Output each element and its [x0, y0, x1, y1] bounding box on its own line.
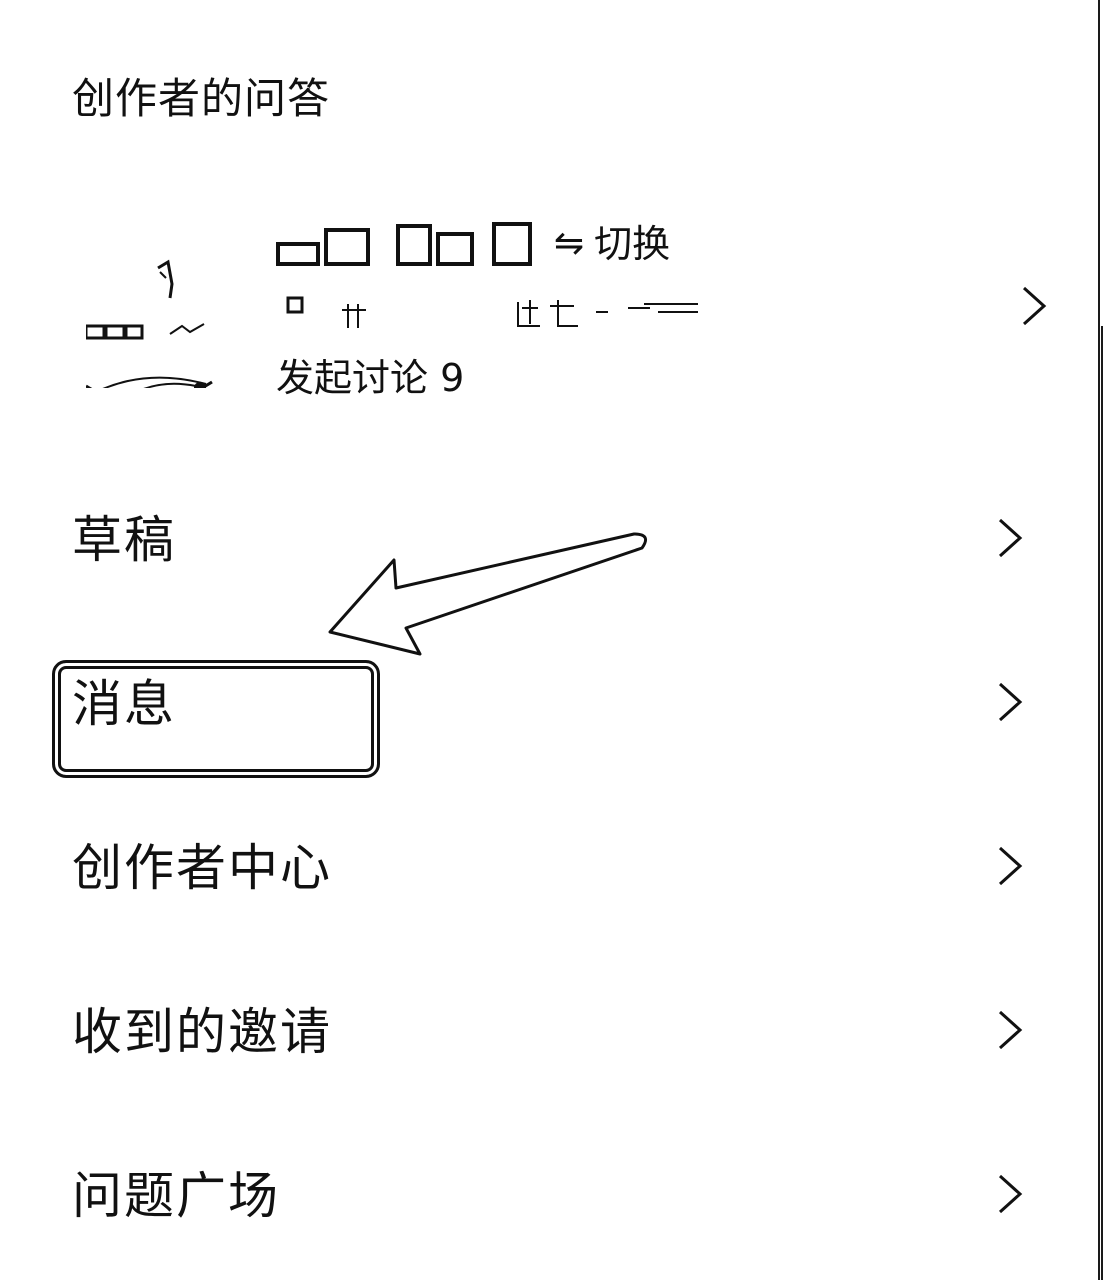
profile-subtitle-obscured — [286, 296, 698, 328]
menu-item-label: 创作者中心 — [72, 839, 332, 897]
scrollbar[interactable] — [1101, 326, 1106, 1280]
chevron-right-icon — [998, 682, 1023, 722]
menu-item-creator-center[interactable]: 创作者中心 — [0, 816, 1100, 916]
discussions-count: 发起讨论 9 — [276, 356, 465, 400]
chevron-right-icon — [998, 846, 1023, 886]
swap-arrows-icon: ⇋ — [554, 223, 585, 264]
username-obscured — [276, 222, 532, 266]
chevron-right-icon — [1022, 286, 1047, 326]
profile-card[interactable]: ⇋ 切换 发起讨论 9 — [60, 196, 1060, 416]
menu-item-drafts[interactable]: 草稿 — [0, 488, 1100, 588]
menu-item-label: 问题广场 — [72, 1167, 280, 1225]
profile-name-row: ⇋ 切换 — [276, 214, 670, 274]
menu-item-label: 收到的邀请 — [72, 1003, 332, 1061]
page-title: 创作者的问答 — [72, 74, 331, 123]
menu-item-messages[interactable]: 消息 — [0, 652, 1100, 752]
menu-item-invitations[interactable]: 收到的邀请 — [0, 980, 1100, 1080]
menu-item-question-square[interactable]: 问题广场 — [0, 1144, 1100, 1244]
menu-item-label: 消息 — [72, 675, 176, 733]
avatar[interactable] — [86, 228, 226, 388]
switch-account-button[interactable]: ⇋ 切换 — [554, 220, 670, 268]
chevron-right-icon — [998, 1174, 1023, 1214]
menu-item-label: 草稿 — [72, 511, 176, 569]
switch-label: 切换 — [594, 222, 671, 266]
chevron-right-icon — [998, 1010, 1023, 1050]
chevron-right-icon — [998, 518, 1023, 558]
